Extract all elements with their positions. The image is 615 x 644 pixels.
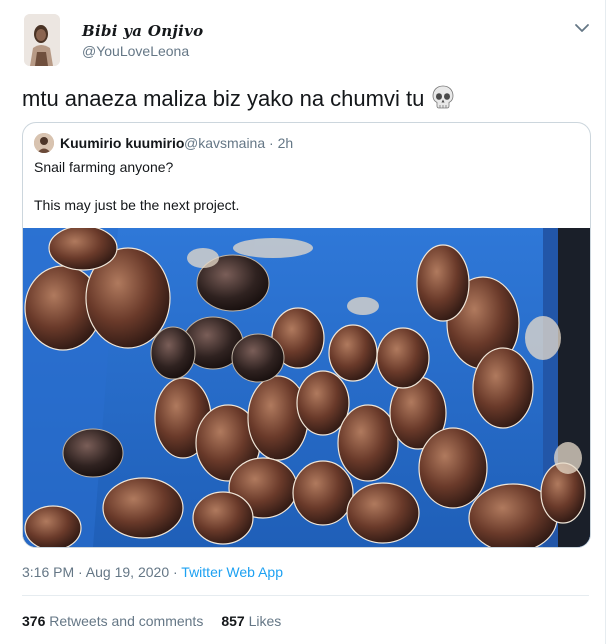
quoted-author-display-name[interactable]: Kuumirio kuumirio [60,135,184,151]
quoted-author-handle-time[interactable]: @kavsmaina · 2h [184,135,293,151]
quoted-tweet-line-2: This may just be the next project. [34,197,240,213]
chevron-down-icon[interactable] [572,20,592,36]
quoted-author-avatar[interactable] [34,133,54,153]
retweets-count: 376 [22,613,46,629]
tweet-text: mtu anaeza maliza biz yako na chumvi tu [22,84,456,116]
tweet-timestamp[interactable]: 3:16 PM · Aug 19, 2020 · [22,564,181,580]
divider [22,595,589,596]
tweet-meta: 3:16 PM · Aug 19, 2020 · Twitter Web App [22,564,283,580]
tweet-source-link[interactable]: Twitter Web App [181,564,283,580]
quoted-tweet[interactable]: Kuumirio kuumirio @kavsmaina · 2h Snail … [22,122,591,548]
tweet-stats: 376 Retweets and comments 857 Likes [22,613,281,629]
quoted-tweet-line-1: Snail farming anyone? [34,159,174,175]
author-handle[interactable]: @YouLoveLeona [82,43,189,59]
retweets-label: Retweets and comments [49,613,204,629]
snails-in-blue-crate-image[interactable] [23,225,590,547]
likes-count: 857 [221,613,245,629]
tweet-text-content: mtu anaeza maliza biz yako na chumvi tu [22,86,425,111]
skull-icon [430,84,456,116]
likes-label: Likes [248,613,282,629]
author-display-name[interactable]: Bibi ya Onjivo [82,22,203,40]
tweet-card: Bibi ya Onjivo @YouLoveLeona mtu anaeza … [0,0,606,644]
retweets-stat[interactable]: 376 Retweets and comments [22,613,203,629]
author-avatar[interactable] [24,14,60,66]
likes-stat[interactable]: 857 Likes [221,613,281,629]
